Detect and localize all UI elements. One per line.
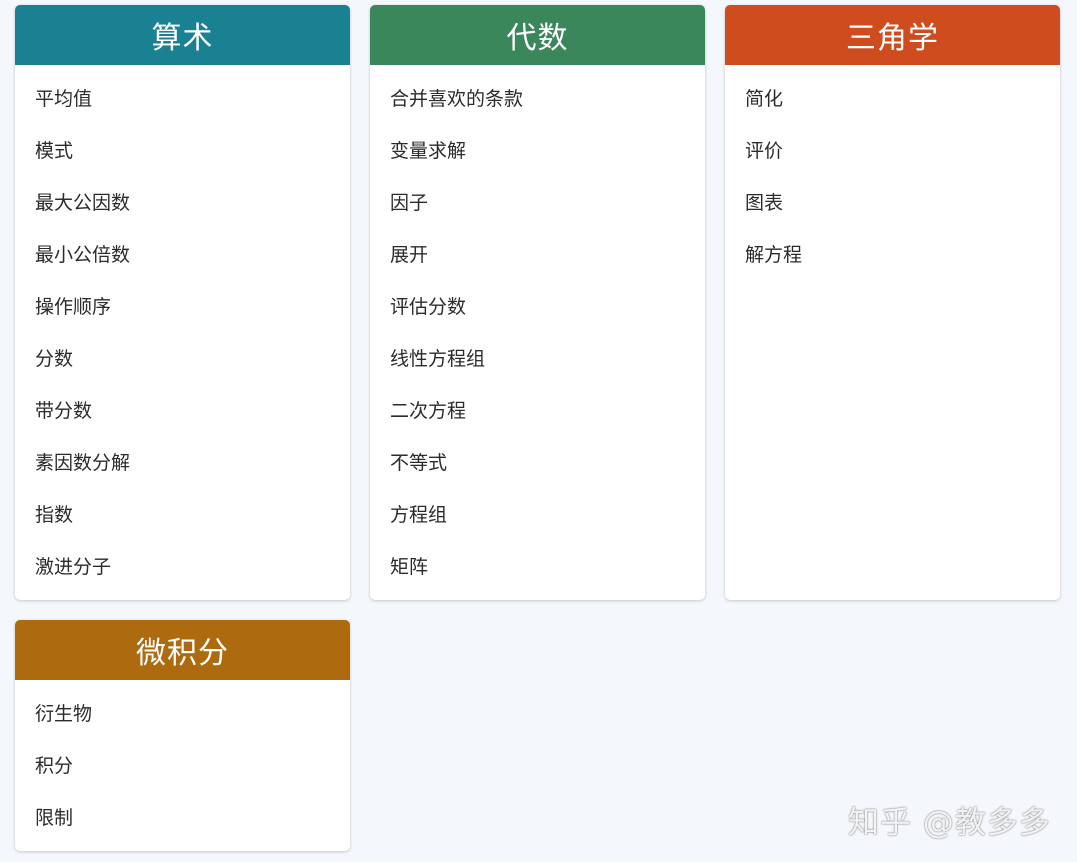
topic-item[interactable]: 图表: [725, 177, 1060, 229]
topic-item[interactable]: 因子: [370, 177, 705, 229]
topic-item[interactable]: 二次方程: [370, 385, 705, 437]
card-header-arithmetic[interactable]: 算术: [15, 5, 350, 65]
category-card-arithmetic: 算术 平均值 模式 最大公因数 最小公倍数 操作顺序 分数 带分数 素因数分解 …: [15, 5, 350, 600]
card-title: 算术: [151, 21, 214, 56]
card-title: 微积分: [136, 636, 229, 671]
topic-item[interactable]: 评价: [725, 125, 1060, 177]
topic-item[interactable]: 最小公倍数: [15, 229, 350, 281]
topic-item[interactable]: 不等式: [370, 437, 705, 489]
topic-item[interactable]: 带分数: [15, 385, 350, 437]
topic-item[interactable]: 合并喜欢的条款: [370, 73, 705, 125]
topic-item[interactable]: 衍生物: [15, 688, 350, 740]
topic-item[interactable]: 方程组: [370, 489, 705, 541]
topic-item[interactable]: 限制: [15, 792, 350, 844]
card-header-algebra[interactable]: 代数: [370, 5, 705, 65]
topic-list: 衍生物 积分 限制: [15, 680, 350, 844]
topic-item[interactable]: 素因数分解: [15, 437, 350, 489]
card-header-calculus[interactable]: 微积分: [15, 620, 350, 680]
topic-list: 简化 评价 图表 解方程: [725, 65, 1060, 281]
topic-item[interactable]: 平均值: [15, 73, 350, 125]
topic-item[interactable]: 模式: [15, 125, 350, 177]
topic-item[interactable]: 指数: [15, 489, 350, 541]
topic-item[interactable]: 简化: [725, 73, 1060, 125]
topic-item[interactable]: 最大公因数: [15, 177, 350, 229]
topic-item[interactable]: 积分: [15, 740, 350, 792]
topic-item[interactable]: 操作顺序: [15, 281, 350, 333]
category-card-algebra: 代数 合并喜欢的条款 变量求解 因子 展开 评估分数 线性方程组 二次方程 不等…: [370, 5, 705, 600]
topic-item[interactable]: 激进分子: [15, 541, 350, 593]
category-card-trigonometry: 三角学 简化 评价 图表 解方程: [725, 5, 1060, 600]
topic-list: 平均值 模式 最大公因数 最小公倍数 操作顺序 分数 带分数 素因数分解 指数 …: [15, 65, 350, 593]
topic-list: 合并喜欢的条款 变量求解 因子 展开 评估分数 线性方程组 二次方程 不等式 方…: [370, 65, 705, 593]
topic-item[interactable]: 解方程: [725, 229, 1060, 281]
card-title: 代数: [506, 21, 569, 56]
topic-item[interactable]: 分数: [15, 333, 350, 385]
card-title: 三角学: [846, 21, 939, 56]
card-header-trigonometry[interactable]: 三角学: [725, 5, 1060, 65]
topic-item[interactable]: 线性方程组: [370, 333, 705, 385]
topic-item[interactable]: 评估分数: [370, 281, 705, 333]
category-card-calculus: 微积分 衍生物 积分 限制: [15, 620, 350, 851]
watermark: 知乎 @教多多: [848, 805, 1051, 841]
topic-item[interactable]: 矩阵: [370, 541, 705, 593]
topic-item[interactable]: 变量求解: [370, 125, 705, 177]
topic-item[interactable]: 展开: [370, 229, 705, 281]
